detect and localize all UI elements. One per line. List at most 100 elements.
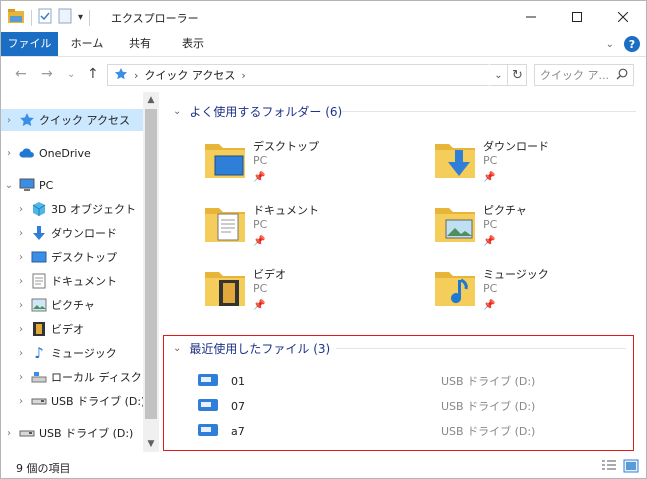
pin-icon[interactable]: 📌 — [253, 300, 265, 311]
tab-home[interactable]: ホーム — [63, 32, 111, 56]
picture-icon — [31, 297, 47, 313]
search-input[interactable]: クイック ア... — [534, 64, 634, 86]
expand-arrow-icon[interactable]: › — [3, 148, 15, 159]
folder-tile-downloads[interactable]: ダウンロード PC 📌 — [433, 136, 633, 192]
nav-item-pc[interactable]: ⌄ PC — [1, 174, 143, 196]
explorer-window: ▾ エクスプローラー ファイル ホーム 共有 表示 ⌄ ? ← → ⌄ ↑ › … — [0, 0, 647, 479]
maximize-button[interactable] — [554, 1, 600, 32]
minimize-button[interactable] — [508, 1, 554, 32]
new-folder-icon[interactable] — [58, 8, 72, 27]
nav-item-pictures[interactable]: › ピクチャ — [1, 294, 143, 316]
window-title: エクスプローラー — [111, 12, 199, 25]
expand-arrow-icon[interactable]: › — [15, 204, 27, 215]
usb-file-icon — [197, 398, 219, 415]
nav-item-label: USB ドライブ (D:) — [51, 395, 143, 408]
pin-icon[interactable]: 📌 — [483, 300, 495, 311]
close-button[interactable] — [600, 1, 646, 32]
search-icon — [616, 68, 628, 83]
address-dropdown-icon[interactable]: ⌄ — [489, 64, 507, 86]
recent-file-row[interactable]: a7 USB ドライブ (D:) — [197, 420, 597, 442]
file-location: USB ドライブ (D:) — [441, 425, 536, 438]
folder-app-icon — [7, 8, 25, 27]
nav-item-onedrive[interactable]: › OneDrive — [1, 142, 143, 164]
nav-item-videos[interactable]: › ビデオ — [1, 318, 143, 340]
download-folder-icon — [433, 136, 479, 182]
window-controls — [508, 1, 646, 32]
recent-file-row[interactable]: 01 USB ドライブ (D:) — [197, 370, 597, 392]
breadcrumb-quick-access[interactable]: クイック アクセス — [144, 67, 235, 83]
scroll-up-icon[interactable]: ▲ — [143, 92, 159, 108]
expand-arrow-icon[interactable]: › — [15, 276, 27, 287]
expand-arrow-icon[interactable]: › — [15, 324, 27, 335]
pin-icon[interactable]: 📌 — [253, 172, 265, 183]
folder-location: PC — [253, 154, 268, 167]
folder-tile-music[interactable]: ミュージック PC 📌 — [433, 264, 633, 320]
nav-item-label: PC — [39, 178, 54, 192]
file-location: USB ドライブ (D:) — [441, 400, 536, 413]
customize-toolbar-icon[interactable]: ▾ — [78, 12, 83, 23]
recent-file-row[interactable]: 07 USB ドライブ (D:) — [197, 395, 597, 417]
file-name: a7 — [231, 424, 245, 438]
nav-item-local-disk[interactable]: › ローカル ディスク (C — [1, 366, 143, 388]
folder-tile-pictures[interactable]: ピクチャ PC 📌 — [433, 200, 633, 256]
nav-item-3d-objects[interactable]: › 3D オブジェクト — [1, 198, 143, 220]
folder-name: ドキュメント — [253, 204, 319, 217]
folder-tile-videos[interactable]: ビデオ PC 📌 — [203, 264, 403, 320]
nav-item-quick-access[interactable]: › クイック アクセス — [1, 109, 143, 131]
breadcrumb-separator-icon: › — [134, 68, 139, 82]
collapse-arrow-icon[interactable]: ⌄ — [3, 180, 15, 191]
nav-item-label: デスクトップ — [51, 251, 117, 264]
pin-icon[interactable]: 📌 — [483, 236, 495, 247]
picture-folder-icon — [433, 200, 479, 246]
expand-arrow-icon[interactable]: › — [15, 396, 27, 407]
nav-item-usb-drive[interactable]: › USB ドライブ (D:) — [1, 390, 143, 412]
toolbar-separator — [89, 9, 91, 26]
collapse-chevron-icon[interactable]: ⌄ — [173, 106, 181, 117]
download-icon — [31, 225, 47, 241]
status-bar: 9 個の項目 — [1, 454, 646, 478]
nav-item-music[interactable]: › ♪ ミュージック — [1, 342, 143, 364]
expand-arrow-icon[interactable]: › — [3, 115, 15, 126]
scroll-thumb[interactable] — [145, 109, 157, 419]
large-icons-view-icon[interactable] — [623, 459, 639, 473]
up-arrow-icon[interactable]: ↑ — [87, 66, 99, 82]
scroll-down-icon[interactable]: ▼ — [143, 436, 159, 452]
expand-ribbon-icon[interactable]: ⌄ — [606, 39, 614, 50]
expand-arrow-icon[interactable]: › — [3, 428, 15, 439]
frequent-folders-header[interactable]: ⌄ よく使用するフォルダー (6) — [173, 101, 342, 121]
tab-view[interactable]: 表示 — [169, 32, 217, 56]
refresh-icon[interactable]: ↻ — [507, 64, 527, 86]
nav-item-downloads[interactable]: › ダウンロード — [1, 222, 143, 244]
search-placeholder: クイック ア... — [540, 69, 609, 82]
expand-arrow-icon[interactable]: › — [15, 252, 27, 263]
expand-arrow-icon[interactable]: › — [15, 300, 27, 311]
nav-item-label: USB ドライブ (D:) — [39, 427, 134, 440]
help-icon[interactable]: ? — [624, 36, 640, 52]
properties-icon[interactable] — [38, 8, 52, 27]
details-view-icon[interactable] — [601, 459, 617, 473]
folder-location: PC — [253, 218, 268, 231]
tab-file[interactable]: ファイル — [1, 32, 58, 56]
pin-icon[interactable]: 📌 — [483, 172, 495, 183]
pin-icon[interactable]: 📌 — [253, 236, 265, 247]
item-count: 9 個の項目 — [16, 462, 71, 475]
nav-scrollbar[interactable]: ▲ ▼ — [143, 92, 159, 452]
folder-tile-documents[interactable]: ドキュメント PC 📌 — [203, 200, 403, 256]
forward-arrow-icon[interactable]: → — [41, 66, 53, 82]
breadcrumb-separator-icon[interactable]: › — [241, 69, 245, 82]
expand-arrow-icon[interactable]: › — [15, 372, 27, 383]
nav-item-usb-drive-root[interactable]: › USB ドライブ (D:) — [1, 422, 143, 444]
cube-icon — [31, 201, 47, 217]
nav-item-documents[interactable]: › ドキュメント — [1, 270, 143, 292]
nav-item-label: ドキュメント — [51, 275, 117, 288]
recent-locations-icon[interactable]: ⌄ — [67, 69, 75, 80]
expand-arrow-icon[interactable]: › — [15, 228, 27, 239]
back-arrow-icon[interactable]: ← — [15, 66, 27, 82]
nav-item-desktop[interactable]: › デスクトップ — [1, 246, 143, 268]
folder-tile-desktop[interactable]: デスクトップ PC 📌 — [203, 136, 403, 192]
expand-arrow-icon[interactable]: › — [15, 348, 27, 359]
address-bar[interactable]: › クイック アクセス › — [107, 64, 527, 86]
video-icon — [31, 321, 47, 337]
tab-share[interactable]: 共有 — [116, 32, 164, 56]
pc-icon — [19, 177, 35, 193]
